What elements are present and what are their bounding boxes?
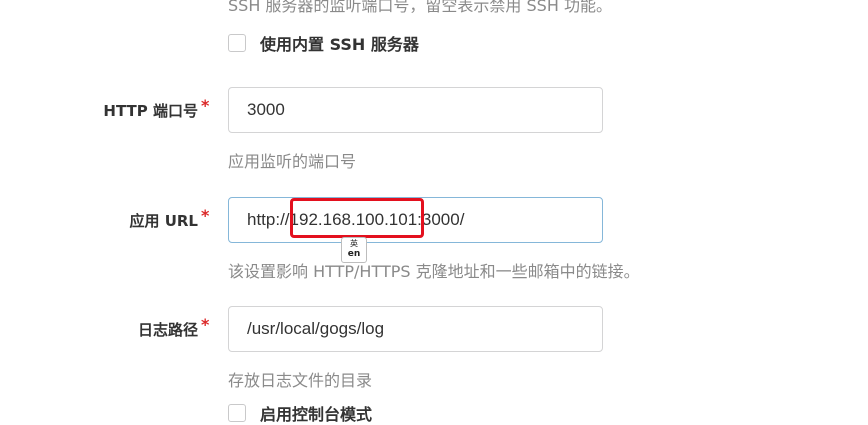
console-mode-label[interactable]: 启用控制台模式 — [260, 401, 372, 425]
app-url-value-prefix: http:// — [247, 210, 290, 229]
app-url-value-suffix: :3000/ — [417, 210, 465, 229]
http-port-required-mark: * — [201, 96, 210, 115]
builtin-ssh-row[interactable]: 使用内置 SSH 服务器 — [228, 31, 419, 55]
log-path-label: 日志路径 — [137, 321, 198, 339]
log-path-required-mark: * — [201, 315, 210, 334]
http-port-input[interactable]: 3000 — [228, 87, 603, 133]
ime-indicator-top: 英 — [350, 239, 358, 248]
log-path-value: /usr/local/gogs/log — [247, 319, 385, 338]
app-url-help-text: 该设置影响 HTTP/HTTPS 克隆地址和一些邮箱中的链接。 — [228, 262, 640, 281]
app-url-label: 应用 URL — [129, 212, 198, 230]
http-port-help-text: 应用监听的端口号 — [228, 152, 357, 171]
app-url-required-mark: * — [201, 206, 210, 225]
http-port-label: HTTP 端口号 — [103, 102, 198, 120]
ssh-port-help-text: SSH 服务器的监听端口号，留空表示禁用 SSH 功能。 — [228, 0, 612, 15]
console-mode-checkbox[interactable] — [228, 404, 246, 422]
builtin-ssh-label[interactable]: 使用内置 SSH 服务器 — [260, 31, 419, 55]
builtin-ssh-checkbox[interactable] — [228, 34, 246, 52]
highlight-box — [290, 198, 424, 238]
log-path-input[interactable]: /usr/local/gogs/log — [228, 306, 603, 352]
log-path-help-text: 存放日志文件的目录 — [228, 371, 373, 390]
console-mode-row[interactable]: 启用控制台模式 — [228, 401, 372, 425]
http-port-value: 3000 — [247, 100, 285, 119]
